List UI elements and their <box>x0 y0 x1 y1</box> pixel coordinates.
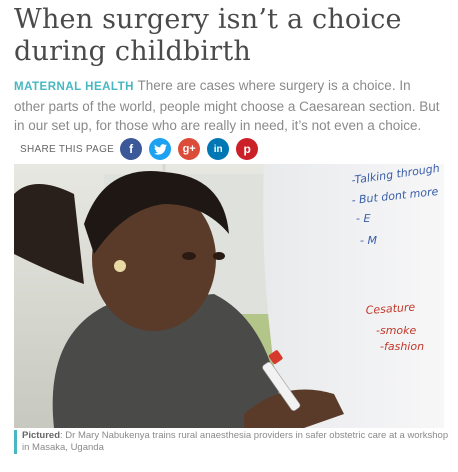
pinterest-icon: p <box>243 142 251 156</box>
twitter-share-button[interactable] <box>149 138 172 160</box>
article-lead: MATERNAL HEALTH There are cases where su… <box>14 76 444 135</box>
linkedin-share-button[interactable]: in <box>207 138 230 160</box>
photo-caption: Pictured: Dr Mary Nabukenya trains rural… <box>14 430 450 454</box>
photo-illustration: -Talking through - But dont more - E - M… <box>14 164 444 428</box>
article-photo: -Talking through - But dont more - E - M… <box>14 164 444 428</box>
caption-text: : Dr Mary Nabukenya trains rural anaesth… <box>22 430 449 453</box>
board-text: - M <box>360 234 377 247</box>
pinterest-share-button[interactable]: p <box>236 138 259 160</box>
linkedin-icon: in <box>213 143 223 155</box>
article-title: When surgery isn’t a choice during child… <box>14 4 402 67</box>
share-bar: SHARE THIS PAGE f g+ in p <box>20 136 265 162</box>
google-plus-icon: g+ <box>182 143 196 155</box>
facebook-share-button[interactable]: f <box>120 138 143 160</box>
board-text: -fashion <box>380 340 424 353</box>
category-tag[interactable]: MATERNAL HEALTH <box>14 81 134 93</box>
board-text: -smoke <box>376 324 417 337</box>
google-plus-share-button[interactable]: g+ <box>178 138 201 160</box>
share-label: SHARE THIS PAGE <box>20 143 115 155</box>
twitter-icon <box>153 143 167 155</box>
caption-label: Pictured <box>22 430 61 441</box>
board-text: - E <box>356 212 370 225</box>
facebook-icon: f <box>129 142 134 156</box>
